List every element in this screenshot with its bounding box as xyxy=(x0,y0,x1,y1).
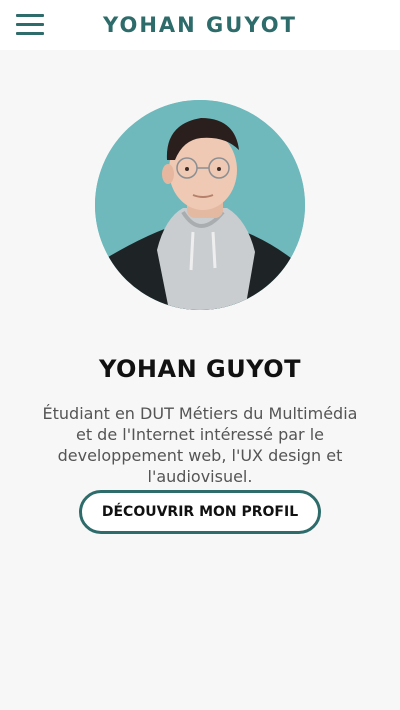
discover-profile-button[interactable]: DÉCOUVRIR MON PROFIL xyxy=(79,490,321,534)
profile-description: Étudiant en DUT Métiers du Multimédia et… xyxy=(42,404,358,486)
profile-photo xyxy=(95,100,305,310)
profile-photo-illustration xyxy=(95,100,305,310)
profile-name: YOHAN GUYOT xyxy=(98,355,301,384)
hamburger-menu-icon[interactable] xyxy=(16,12,46,36)
site-title[interactable]: YOHAN GUYOT xyxy=(80,11,320,39)
menu-line xyxy=(16,23,44,26)
menu-line xyxy=(16,14,44,17)
menu-line xyxy=(16,32,44,35)
top-navigation-bar: YOHAN GUYOT xyxy=(0,0,400,50)
